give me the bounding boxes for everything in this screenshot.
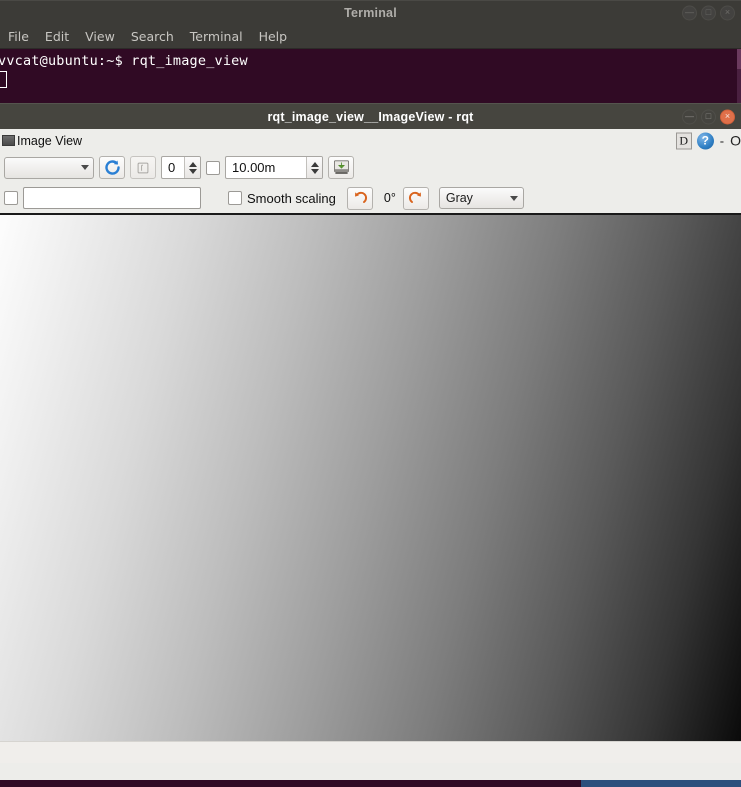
refresh-topics-button[interactable] — [99, 156, 125, 179]
rotate-clockwise-button[interactable] — [402, 186, 429, 210]
rqt-minimize-button[interactable]: — — [682, 109, 697, 124]
terminal-prompt-line: vvcat@ubuntu:~$ rqt_image_view — [0, 53, 248, 69]
menu-search[interactable]: Search — [131, 29, 174, 44]
topic-combobox[interactable] — [4, 156, 94, 179]
max-depth-spinbox[interactable]: 10.00m — [225, 156, 323, 179]
terminal-maximize-button[interactable]: □ — [701, 5, 716, 20]
publish-topic-input[interactable] — [23, 187, 201, 209]
max-depth-stepper[interactable] — [306, 157, 322, 178]
rqt-close-button[interactable]: × — [720, 109, 735, 124]
plugin-title-label: Image View — [17, 133, 83, 148]
close-icon: × — [724, 7, 731, 17]
chevron-down-icon — [509, 195, 518, 201]
minimize-icon: — — [685, 7, 694, 17]
menu-help[interactable]: Help — [259, 29, 288, 44]
image-index-value: 0 — [168, 160, 176, 175]
max-depth-value: 10.00m — [232, 160, 276, 175]
smooth-scaling-checkbox[interactable] — [228, 191, 242, 205]
stepper-down-icon — [310, 168, 319, 174]
plugin-header-controls: D ? - O — [675, 132, 741, 149]
terminal-output-area[interactable]: vvcat@ubuntu:~$ rqt_image_view — [0, 49, 741, 110]
image-index-stepper[interactable] — [184, 157, 200, 178]
camera-snapshot-icon — [137, 162, 149, 173]
terminal-cursor — [0, 71, 7, 88]
terminal-scrollbar[interactable] — [737, 49, 741, 110]
stepper-up-icon — [188, 161, 197, 167]
rqt-window: rqt_image_view__ImageView - rqt — □ × Im… — [0, 103, 741, 787]
chevron-down-icon — [81, 165, 89, 170]
refresh-icon — [104, 160, 120, 175]
rqt-maximize-button[interactable]: □ — [701, 109, 716, 124]
dock-button[interactable]: D — [675, 132, 692, 149]
image-display-canvas[interactable] — [0, 213, 741, 741]
dynamic-range-checkbox[interactable] — [206, 160, 220, 175]
stepper-up-icon — [310, 161, 319, 167]
rotate-counterclockwise-button[interactable] — [346, 186, 373, 210]
rotate-left-icon — [354, 191, 367, 203]
plugin-minimize-icon[interactable]: - — [719, 133, 725, 148]
rotate-right-icon — [408, 191, 421, 203]
menu-edit[interactable]: Edit — [45, 29, 69, 44]
terminal-close-button[interactable]: × — [720, 5, 735, 20]
terminal-window: Terminal — □ × File Edit View Search Ter… — [0, 0, 741, 110]
publish-image-button[interactable] — [130, 156, 156, 179]
terminal-window-controls: — □ × — [682, 5, 735, 20]
minimize-icon: — — [685, 111, 694, 121]
terminal-menubar: File Edit View Search Terminal Help — [0, 24, 741, 49]
background-terminal-strip — [0, 780, 741, 787]
plugin-dock-header: Image View D ? - O — [0, 129, 741, 152]
help-icon[interactable]: ? — [696, 132, 714, 149]
image-view-icon — [2, 135, 15, 146]
plugin-close-icon[interactable]: O — [730, 133, 741, 149]
colormap-value: Gray — [445, 191, 473, 205]
terminal-titlebar[interactable]: Terminal — □ × — [0, 0, 741, 24]
rotation-angle-label: 0° — [383, 191, 396, 205]
smooth-scaling-label: Smooth scaling — [247, 190, 336, 206]
image-index-spinbox[interactable]: 0 — [161, 156, 201, 179]
save-disk-icon — [333, 160, 349, 174]
image-view-toolbar-row-2: Smooth scaling 0° Gray — [0, 183, 741, 213]
publish-click-location-checkbox[interactable] — [4, 191, 18, 205]
status-bar — [0, 741, 741, 763]
menu-file[interactable]: File — [8, 29, 29, 44]
terminal-title: Terminal — [344, 5, 397, 20]
background-taskbar-segment — [581, 780, 741, 787]
maximize-icon: □ — [705, 111, 712, 121]
menu-view[interactable]: View — [85, 29, 115, 44]
image-view-toolbar-row-1: 0 10.00m — [0, 152, 741, 183]
colormap-combobox[interactable]: Gray — [438, 187, 524, 209]
rqt-window-title: rqt_image_view__ImageView - rqt — [267, 109, 474, 124]
close-icon: × — [724, 111, 731, 121]
maximize-icon: □ — [705, 7, 712, 17]
desktop-screen: Terminal — □ × File Edit View Search Ter… — [0, 0, 741, 787]
menu-terminal[interactable]: Terminal — [190, 29, 243, 44]
rqt-window-controls: — □ × — [682, 109, 735, 124]
terminal-minimize-button[interactable]: — — [682, 5, 697, 20]
stepper-down-icon — [188, 168, 197, 174]
save-image-button[interactable] — [328, 156, 354, 179]
rqt-titlebar[interactable]: rqt_image_view__ImageView - rqt — □ × — [0, 103, 741, 129]
